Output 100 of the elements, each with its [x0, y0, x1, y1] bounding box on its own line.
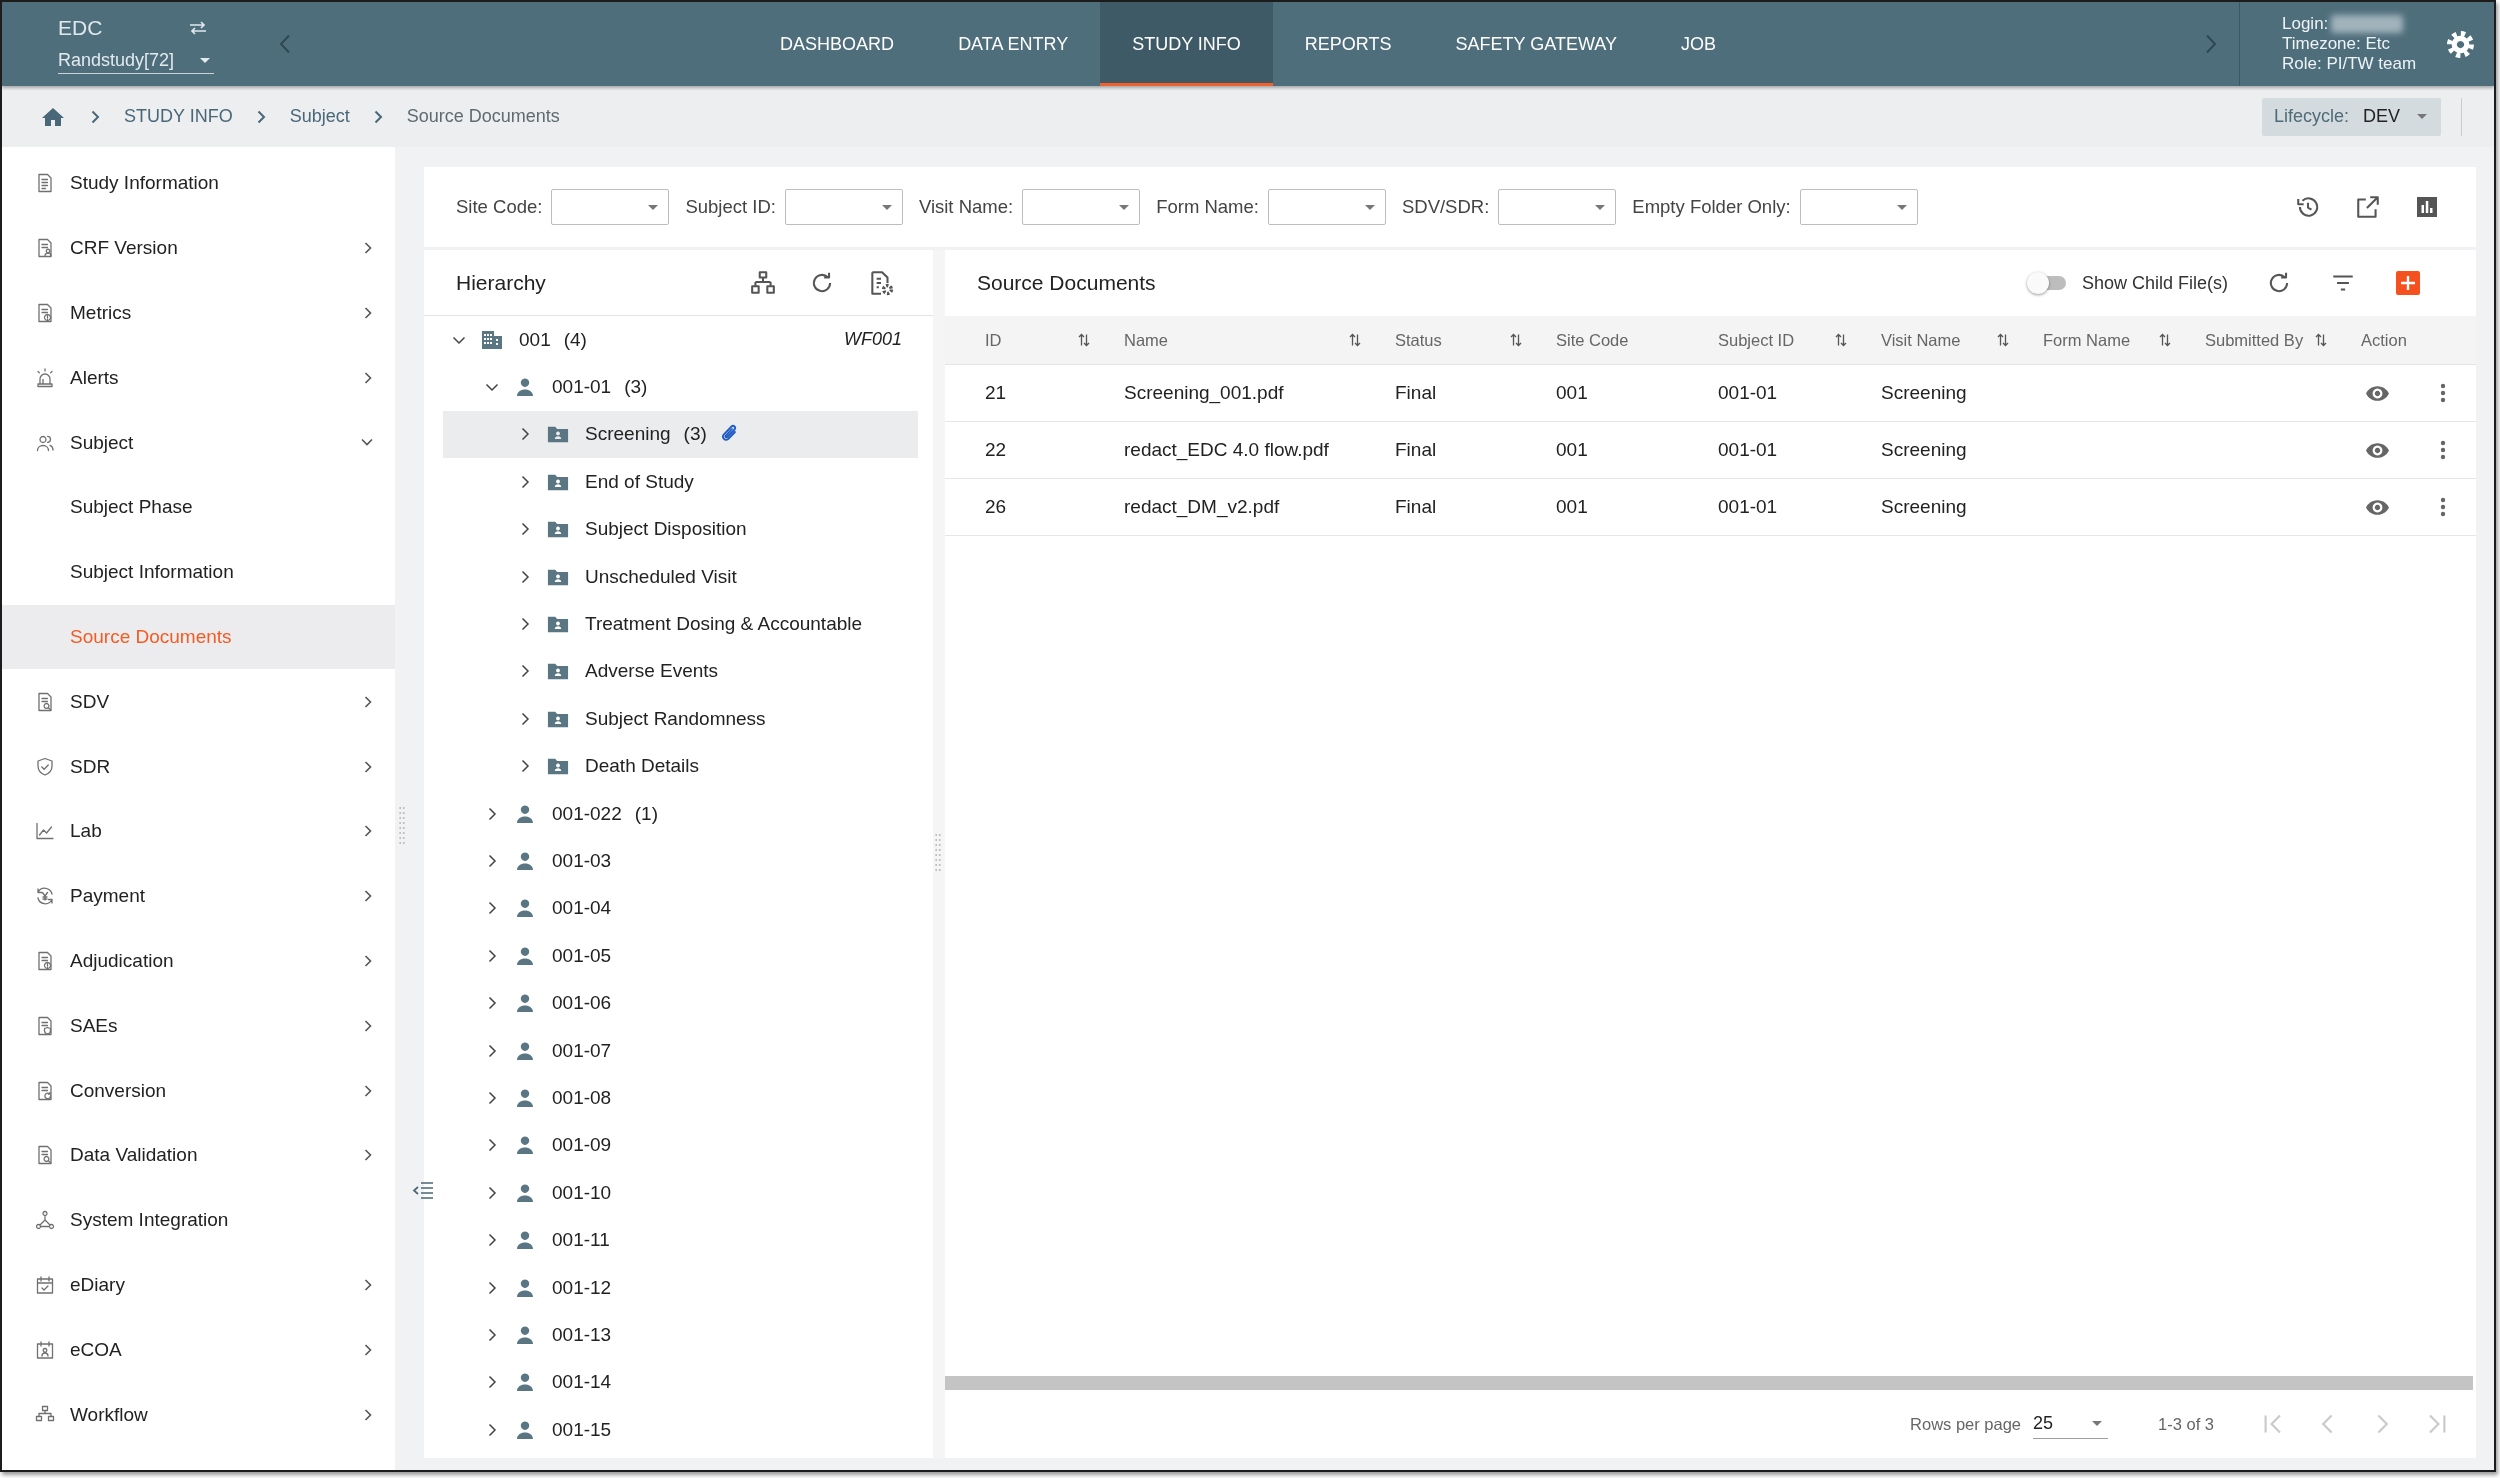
- tree-item[interactable]: Adverse Events: [443, 647, 918, 696]
- sort-arrows-icon[interactable]: [1349, 333, 1361, 347]
- tree-item[interactable]: Treatment Dosing & Accountable: [443, 600, 918, 648]
- sidebar-subitem[interactable]: Subject Phase: [2, 475, 395, 540]
- chevron-right-icon[interactable]: [364, 1278, 373, 1291]
- tree-item[interactable]: 001-07: [443, 1026, 918, 1075]
- nav-tab[interactable]: SAFETY GATEWAY: [1423, 2, 1649, 86]
- sidebar-item[interactable]: Study Information: [2, 151, 395, 216]
- tree-item[interactable]: Death Details: [443, 742, 918, 790]
- horizontal-scrollbar[interactable]: [945, 1376, 2473, 1390]
- sidebar-item[interactable]: Metrics: [2, 280, 395, 346]
- tree-item[interactable]: 001-13: [443, 1311, 918, 1359]
- sidebar-item[interactable]: SDR: [2, 734, 395, 799]
- drag-handle[interactable]: [399, 806, 405, 846]
- sidebar-item[interactable]: Payment: [2, 863, 395, 929]
- tree-item[interactable]: End of Study: [443, 458, 918, 506]
- column-header[interactable]: Form Name: [2043, 330, 2205, 350]
- sort-arrows-icon[interactable]: [1510, 333, 1522, 347]
- chevron-right-icon[interactable]: [364, 760, 373, 773]
- sidebar-item[interactable]: Data Validation: [2, 1122, 395, 1188]
- chevron-right-icon[interactable]: [364, 695, 373, 708]
- sort-arrows-icon[interactable]: [1078, 333, 1090, 347]
- bar-chart-icon[interactable]: [2415, 195, 2439, 219]
- sidebar-subitem[interactable]: Subject Information: [2, 539, 395, 605]
- column-header[interactable]: Name: [1124, 330, 1395, 350]
- sort-arrows-icon[interactable]: [2159, 333, 2171, 347]
- sidebar-item[interactable]: eDiary: [2, 1252, 395, 1318]
- tree-item[interactable]: 001-09: [443, 1121, 918, 1170]
- home-icon[interactable]: [41, 106, 65, 127]
- study-select[interactable]: Randstudy[72]: [58, 50, 214, 74]
- org-chart-icon[interactable]: [750, 269, 776, 296]
- chevron-right-icon[interactable]: [364, 1084, 373, 1097]
- chevron-right-icon[interactable]: [364, 307, 373, 319]
- tree-item[interactable]: 001-01 (3): [443, 363, 918, 411]
- tree-item[interactable]: 001-12: [443, 1263, 918, 1312]
- breadcrumb-link[interactable]: STUDY INFO: [124, 106, 233, 127]
- sidebar-item[interactable]: Adjudication: [2, 928, 395, 994]
- tree-item[interactable]: 001-06: [443, 979, 918, 1027]
- swap-arrows-icon[interactable]: [188, 21, 208, 35]
- sidebar-item[interactable]: System Integration: [2, 1187, 395, 1253]
- chevron-right-icon[interactable]: [364, 1149, 373, 1162]
- nav-tab[interactable]: DATA ENTRY: [926, 2, 1101, 86]
- lifecycle-select[interactable]: Lifecycle: DEV: [2262, 97, 2441, 136]
- eye-icon[interactable]: [2365, 498, 2390, 516]
- chevron-right-icon[interactable]: [364, 890, 373, 903]
- sidebar-item[interactable]: Alerts: [2, 345, 395, 411]
- kebab-menu-icon[interactable]: [2440, 440, 2446, 460]
- tree-item[interactable]: Screening (3): [443, 410, 918, 459]
- tree-item[interactable]: Subject Disposition: [443, 505, 918, 553]
- open-external-icon[interactable]: [2355, 194, 2381, 220]
- chevron-right-icon[interactable]: [364, 242, 373, 255]
- column-header[interactable]: Visit Name: [1881, 330, 2043, 350]
- column-header[interactable]: Subject ID: [1718, 330, 1881, 350]
- tree-item[interactable]: 001-05: [443, 932, 918, 980]
- tree-item[interactable]: 001-08: [443, 1074, 918, 1122]
- nav-tab[interactable]: REPORTS: [1272, 2, 1424, 86]
- rows-per-page-select[interactable]: 25: [2033, 1409, 2109, 1439]
- breadcrumb-link[interactable]: Subject: [289, 106, 350, 127]
- chevron-right-icon[interactable]: [364, 825, 373, 838]
- tree-item[interactable]: 001-03: [443, 837, 918, 885]
- sidebar-item[interactable]: Workflow: [2, 1382, 395, 1447]
- toggle-switch[interactable]: [2026, 272, 2067, 294]
- history-icon[interactable]: [2295, 194, 2321, 220]
- chevron-right-icon[interactable]: [364, 954, 373, 967]
- sidebar-item[interactable]: SDV: [2, 669, 395, 735]
- chevron-down-icon[interactable]: [361, 438, 373, 448]
- tree-item[interactable]: 001-14: [443, 1358, 918, 1406]
- column-header[interactable]: ID: [985, 330, 1124, 350]
- kebab-menu-icon[interactable]: [2440, 383, 2446, 403]
- nav-tab[interactable]: DASHBOARD: [748, 2, 927, 86]
- nav-tab[interactable]: STUDY INFO: [1100, 2, 1273, 86]
- column-header[interactable]: Status: [1395, 330, 1556, 350]
- sort-arrows-icon[interactable]: [1835, 333, 1847, 347]
- document-gear-icon[interactable]: [868, 269, 894, 296]
- tree-item[interactable]: Subject Randomness: [443, 695, 918, 743]
- tree-item[interactable]: 001-022 (1): [443, 789, 918, 838]
- eye-icon[interactable]: [2365, 441, 2390, 459]
- tree-item[interactable]: 001-11: [443, 1216, 918, 1264]
- drag-handle[interactable]: [935, 833, 941, 873]
- sort-arrows-icon[interactable]: [2315, 333, 2327, 347]
- chevron-right-icon[interactable]: [364, 1343, 373, 1356]
- chevron-right-icon[interactable]: [364, 371, 373, 384]
- sidebar-item[interactable]: CRF Version: [2, 215, 395, 281]
- tree-item[interactable]: 001 (4) WF001: [443, 316, 918, 364]
- sidebar-item[interactable]: Lab: [2, 798, 395, 864]
- sidebar-item[interactable]: SAEs: [2, 993, 395, 1059]
- sort-arrows-icon[interactable]: [1997, 333, 2009, 347]
- tree-item[interactable]: 001-10: [443, 1169, 918, 1217]
- chevron-right-icon[interactable]: [364, 1408, 373, 1421]
- settings-icon[interactable]: [2446, 29, 2475, 59]
- sidebar-item[interactable]: Subject: [2, 410, 395, 475]
- chevron-right-icon[interactable]: [364, 1019, 373, 1032]
- eye-icon[interactable]: [2365, 384, 2390, 402]
- collapse-menu-icon[interactable]: [411, 1180, 435, 1202]
- sidebar-item[interactable]: Conversion: [2, 1058, 395, 1123]
- add-icon[interactable]: [2396, 271, 2420, 295]
- kebab-menu-icon[interactable]: [2440, 497, 2446, 517]
- tree-item[interactable]: 001-15: [443, 1406, 918, 1454]
- tree-item[interactable]: 001-04: [443, 884, 918, 933]
- sidebar-item[interactable]: eCOA: [2, 1317, 395, 1383]
